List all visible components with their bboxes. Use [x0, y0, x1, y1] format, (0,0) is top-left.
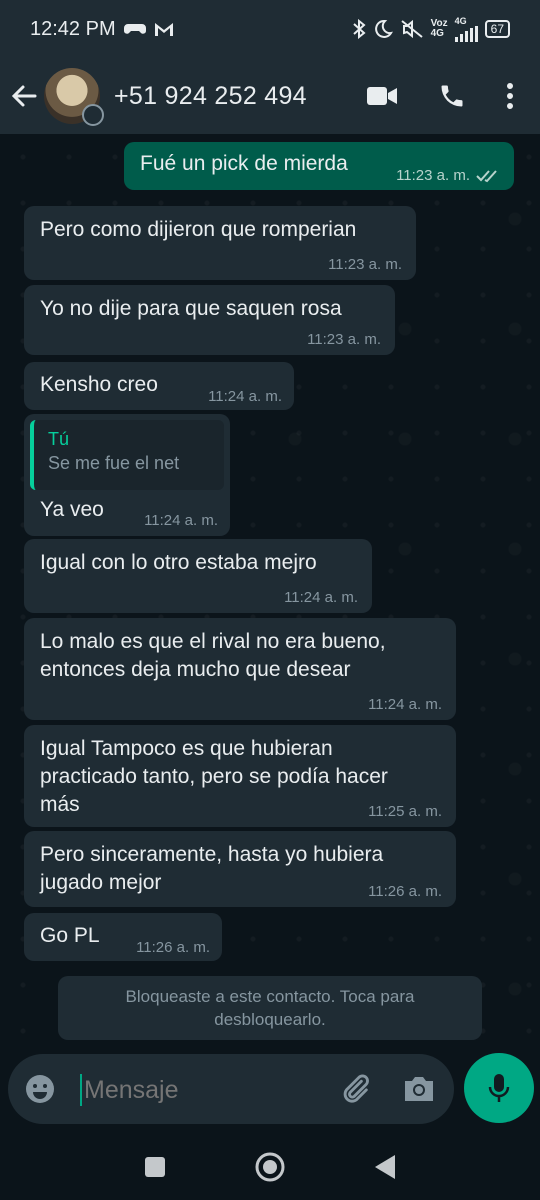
message-text: Pero como dijieron que romperian: [40, 218, 357, 241]
message-text: Go PL: [40, 924, 100, 947]
message-line: entonces deja mucho que desear: [40, 658, 351, 681]
quote-author: Tú: [48, 429, 70, 449]
double-check-icon: [476, 170, 497, 183]
microphone-icon: [488, 1074, 510, 1102]
blocked-contact-notice[interactable]: Bloqueaste a este contacto. Toca para de…: [58, 976, 482, 1040]
message-input[interactable]: [84, 1076, 304, 1105]
paperclip-icon[interactable]: [338, 1072, 372, 1106]
contact-name[interactable]: +51 924 252 494: [114, 82, 307, 111]
emoji-icon[interactable]: [24, 1073, 56, 1105]
notice-line: desbloquearlo.: [214, 1010, 326, 1029]
home-icon[interactable]: [254, 1151, 286, 1183]
message-line: Pero sinceramente, hasta yo hubiera: [40, 843, 384, 866]
message-text: Ya veo: [40, 498, 104, 521]
message-line: jugado mejor: [40, 871, 162, 894]
video-camera-icon[interactable]: [366, 85, 398, 107]
phone-icon[interactable]: [438, 82, 466, 110]
gamepad-icon: [123, 24, 146, 34]
back-button[interactable]: [0, 82, 44, 110]
back-nav-icon[interactable]: [374, 1154, 396, 1180]
message-incoming[interactable]: Igual Tampoco es que hubieran practicado…: [24, 725, 456, 827]
message-line: Igual Tampoco es que hubieran: [40, 737, 333, 760]
message-incoming[interactable]: Igual con lo otro estaba mejro 11:24 a. …: [24, 539, 372, 613]
avatar[interactable]: [44, 68, 104, 126]
chat-header: +51 924 252 494: [0, 58, 540, 134]
message-text: Pero sinceramente, hasta yo hubiera juga…: [40, 841, 383, 897]
message-time: 11:23 a. m.: [328, 256, 402, 273]
message-input-container[interactable]: [8, 1054, 454, 1124]
microphone-button[interactable]: [464, 1053, 534, 1123]
quote-text: Se me fue el net: [48, 453, 180, 473]
status-time: 12:42 PM: [30, 17, 116, 40]
message-incoming[interactable]: Yo no dije para que saquen rosa 11:23 a.…: [24, 285, 395, 355]
mute-icon: [400, 19, 423, 39]
message-incoming[interactable]: Go PL 11:26 a. m.: [24, 913, 222, 961]
network-type: Voz 4G: [430, 18, 448, 39]
signal-icon: 4G: [454, 16, 478, 42]
battery-icon: 67: [484, 20, 510, 38]
more-vertical-icon[interactable]: [506, 83, 514, 109]
message-time: 11:23 a. m.: [396, 167, 502, 185]
message-time: 11:24 a. m.: [284, 589, 358, 606]
chat-area[interactable]: Fué un pick de mierda 11:23 a. m. Pero c…: [0, 134, 540, 1046]
message-line: practicado tanto, pero se podía hacer: [40, 765, 388, 788]
message-time: 11:24 a. m.: [144, 512, 218, 529]
arrow-left-icon: [11, 85, 37, 107]
message-text: Fué un pick de mierda: [140, 152, 348, 175]
recents-icon[interactable]: [144, 1156, 166, 1178]
message-incoming[interactable]: Pero como dijieron que romperian 11:23 a…: [24, 206, 416, 280]
text-caret: [80, 1074, 82, 1106]
quoted-message[interactable]: Tú Se me fue el net: [30, 420, 224, 490]
camera-icon[interactable]: [402, 1074, 436, 1104]
moon-icon: [374, 19, 393, 38]
message-time: 11:24 a. m.: [208, 388, 282, 405]
message-incoming-reply[interactable]: Tú Se me fue el net Ya veo 11:24 a. m.: [24, 414, 230, 536]
status-bar: 12:42 PM Voz 4G 4G 67: [0, 0, 540, 58]
message-incoming[interactable]: Pero sinceramente, hasta yo hubiera juga…: [24, 831, 456, 907]
message-time: 11:26 a. m.: [136, 939, 210, 956]
message-text: Lo malo es que el rival no era bueno, en…: [40, 628, 386, 684]
notice-line: Bloqueaste a este contacto. Toca para: [125, 987, 415, 1006]
status-ring-icon: [82, 104, 104, 126]
message-line: Lo malo es que el rival no era bueno,: [40, 630, 386, 653]
message-time: 11:26 a. m.: [368, 883, 442, 900]
message-line: más: [40, 793, 80, 816]
message-text: Kensho creo: [40, 373, 158, 396]
message-outgoing[interactable]: Fué un pick de mierda 11:23 a. m.: [124, 142, 514, 190]
message-time: 11:23 a. m.: [307, 331, 381, 348]
message-text: Igual Tampoco es que hubieran practicado…: [40, 735, 388, 819]
message-incoming[interactable]: Kensho creo 11:24 a. m.: [24, 362, 294, 410]
message-incoming[interactable]: Lo malo es que el rival no era bueno, en…: [24, 618, 456, 720]
message-time: 11:24 a. m.: [368, 696, 442, 713]
system-navigation-bar: [0, 1134, 540, 1200]
message-text: Yo no dije para que saquen rosa: [40, 297, 342, 320]
message-text: Igual con lo otro estaba mejro: [40, 551, 317, 574]
gmail-icon: [154, 23, 173, 36]
composer-bar: [0, 1046, 540, 1134]
message-time: 11:25 a. m.: [368, 803, 442, 820]
bluetooth-icon: [352, 19, 366, 39]
